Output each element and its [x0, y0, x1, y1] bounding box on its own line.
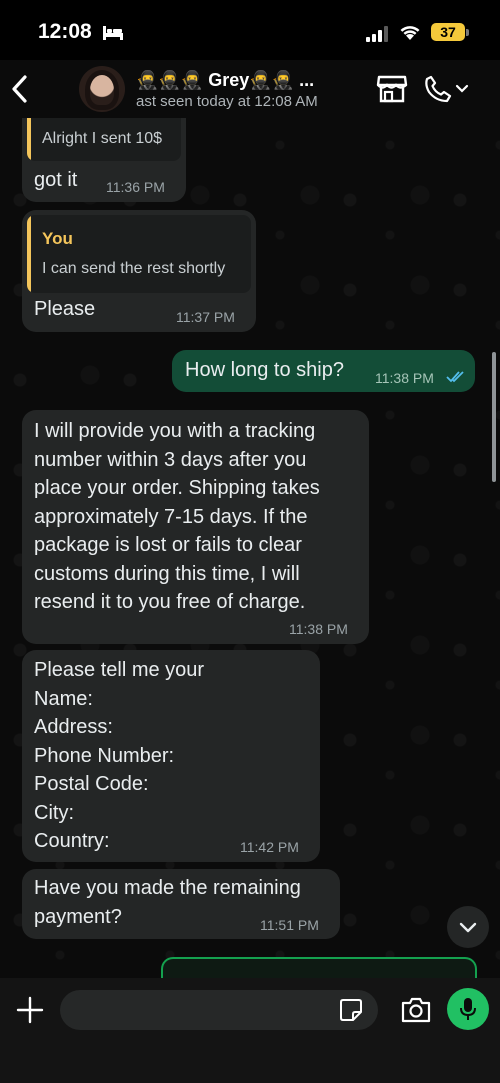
quoted-text: I can send the rest shortly — [42, 260, 226, 277]
sleep-focus-icon — [103, 26, 123, 40]
scrollbar[interactable] — [492, 352, 496, 482]
message-text: got it — [34, 169, 78, 191]
message-bubble-incoming[interactable]: Please tell me your Name: Address: Phone… — [22, 650, 320, 862]
message-time: 11:37 PM — [176, 309, 235, 325]
last-seen-status: ast seen today at 12:08 AM — [136, 93, 318, 110]
voice-call-icon[interactable] — [424, 75, 452, 103]
wifi-icon — [400, 26, 420, 40]
camera-icon[interactable] — [400, 996, 432, 1024]
composer-bar — [0, 978, 500, 1083]
message-time: 11:38 PM — [289, 621, 348, 637]
chevron-down-icon — [459, 922, 477, 933]
message-text: I will provide you with a tracking numbe… — [34, 420, 320, 613]
scroll-to-bottom-button[interactable] — [447, 906, 489, 948]
voice-record-button[interactable] — [447, 988, 489, 1030]
cellular-signal-icon — [366, 26, 388, 42]
battery-tip — [466, 29, 469, 36]
battery-level: 37 — [431, 23, 465, 41]
message-text: Please — [34, 298, 96, 320]
message-bubble-incoming[interactable]: I will provide you with a tracking numbe… — [22, 410, 369, 644]
contact-name[interactable]: 🥷🥷🥷 Grey🥷🥷 ... — [136, 70, 314, 91]
quote-accent-bar — [27, 215, 31, 293]
message-bubble-outgoing[interactable]: How long to ship? 11:38 PM — [172, 350, 475, 392]
read-receipt-icon — [446, 371, 464, 383]
chevron-down-icon[interactable] — [455, 84, 469, 94]
quoted-text: Alright I sent 10$ — [42, 130, 163, 147]
quoted-author: You — [42, 229, 73, 248]
message-time: 11:38 PM — [375, 370, 434, 386]
message-bubble-incoming[interactable]: Have you made the remaining payment? 11:… — [22, 869, 340, 939]
message-time: 11:51 PM — [260, 917, 319, 933]
status-bar: 12:08 37 — [0, 0, 500, 60]
sticker-icon[interactable] — [339, 998, 363, 1022]
quoted-message[interactable]: You I can send the rest shortly — [27, 215, 251, 293]
message-input[interactable] — [60, 990, 378, 1030]
message-text: Please tell me your Name: Address: Phone… — [34, 659, 205, 852]
avatar-photo — [85, 70, 119, 110]
message-bubble-incoming[interactable]: You I can send the rest shortly Please 1… — [22, 210, 256, 332]
business-catalog-icon[interactable] — [376, 74, 408, 104]
plus-icon[interactable] — [16, 996, 44, 1024]
status-time: 12:08 — [38, 20, 92, 43]
contact-avatar[interactable] — [79, 66, 125, 112]
message-text: How long to ship? — [185, 359, 344, 381]
chat-header: 🥷🥷🥷 Grey🥷🥷 ... ast seen today at 12:08 A… — [0, 60, 500, 118]
back-chevron-icon[interactable] — [10, 74, 30, 104]
message-time: 11:42 PM — [240, 839, 299, 855]
message-time: 11:36 PM — [106, 179, 165, 195]
microphone-icon — [460, 998, 476, 1020]
